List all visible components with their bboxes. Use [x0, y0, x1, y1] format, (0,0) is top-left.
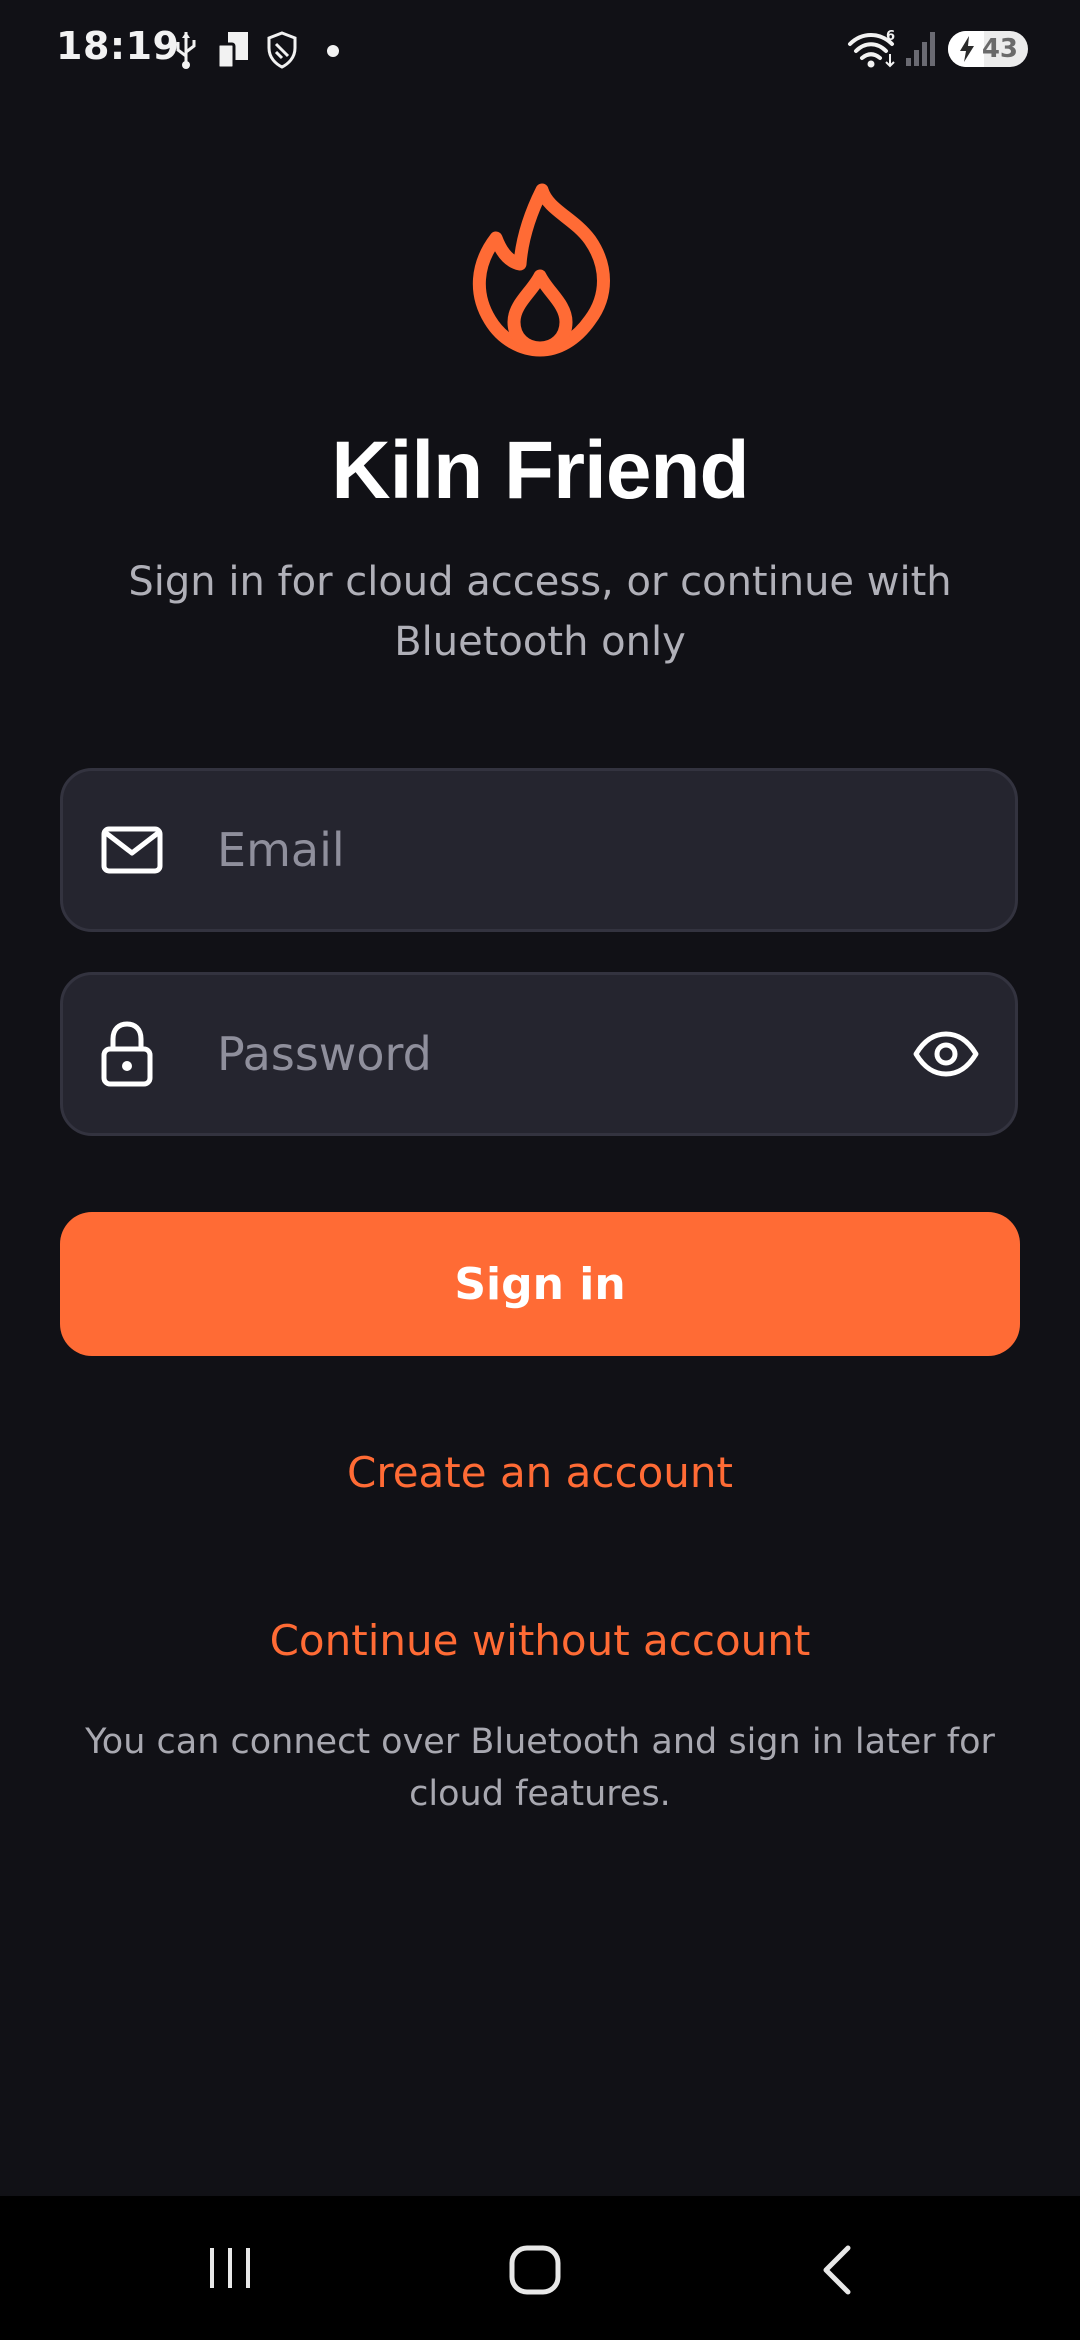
- usb-icon: [176, 32, 196, 69]
- password-field[interactable]: [60, 972, 1018, 1136]
- charging-bolt-icon: [960, 36, 974, 62]
- sign-in-button[interactable]: Sign in: [60, 1212, 1020, 1356]
- back-icon[interactable]: [818, 2244, 854, 2296]
- wifi-icon: 6: [848, 29, 895, 68]
- create-account-link[interactable]: Create an account: [0, 1448, 1080, 1497]
- navigation-bar: [0, 2196, 1080, 2340]
- email-field[interactable]: [60, 768, 1018, 932]
- signal-icon: [906, 32, 935, 66]
- continue-without-account-link[interactable]: Continue without account: [0, 1616, 1080, 1665]
- battery-level: 43: [981, 34, 1018, 64]
- recents-icon[interactable]: [206, 2244, 254, 2292]
- app-subtitle: Sign in for cloud access, or continue wi…: [128, 559, 952, 665]
- bluetooth-hint-text: You can connect over Bluetooth and sign …: [85, 1722, 995, 1814]
- password-input[interactable]: [217, 975, 917, 1133]
- app-title: Kiln Friend: [331, 425, 749, 516]
- svg-text:6: 6: [886, 29, 895, 44]
- mail-icon: [101, 826, 163, 874]
- email-input[interactable]: [217, 771, 917, 929]
- sim-card-icon: [216, 32, 248, 70]
- eye-icon[interactable]: [913, 1031, 979, 1077]
- lock-icon: [101, 1021, 153, 1087]
- flame-icon: [472, 183, 610, 357]
- shield-icon: [267, 31, 297, 69]
- notification-dot-icon: [327, 45, 339, 57]
- home-icon[interactable]: [508, 2244, 562, 2296]
- battery-indicator: 43: [948, 31, 1028, 67]
- status-time: 18:19: [56, 24, 180, 68]
- status-bar: 18:19 6 43: [0, 0, 1080, 100]
